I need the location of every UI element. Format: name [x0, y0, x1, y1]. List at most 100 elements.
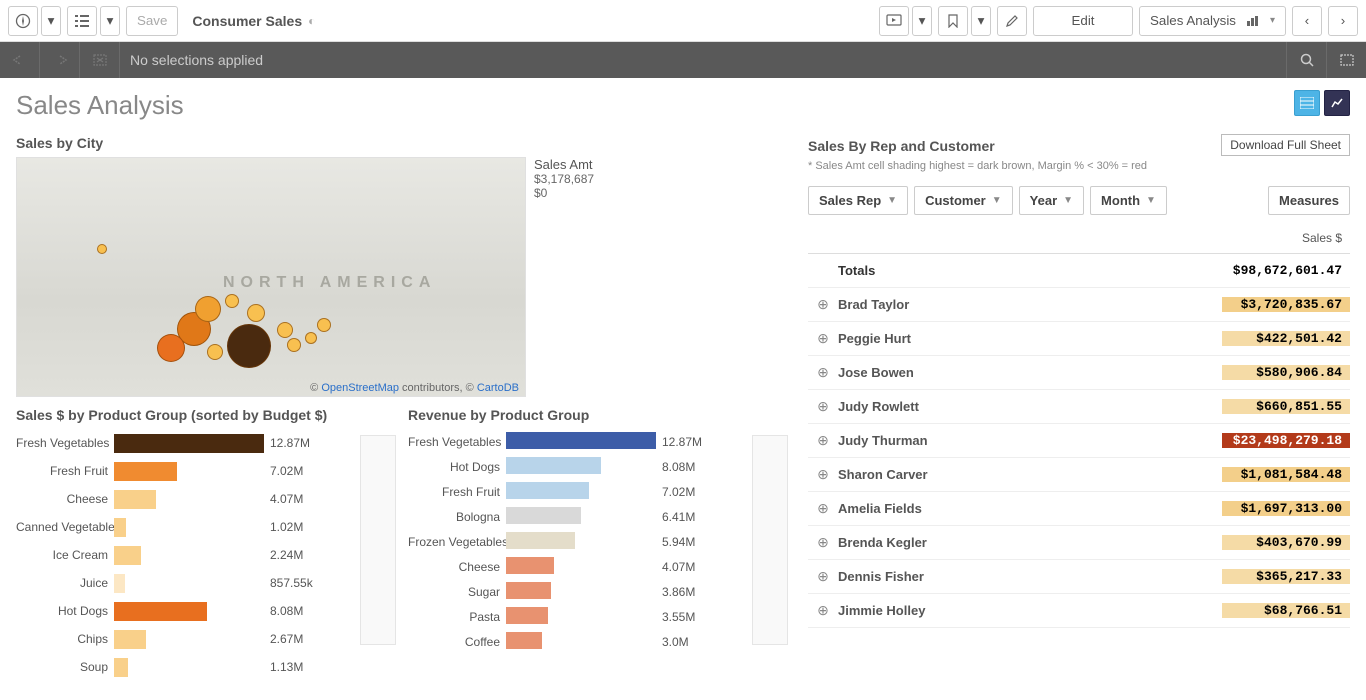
bookmark-icon[interactable]	[938, 6, 968, 36]
step-forward-icon[interactable]	[40, 42, 80, 78]
pivot-row[interactable]: ⊕Jimmie Holley$68,766.51	[808, 594, 1350, 628]
bar-label: Fresh Fruit	[16, 464, 114, 478]
compass-dropdown[interactable]: ▾	[41, 6, 61, 36]
bar-value: 2.67M	[264, 632, 303, 646]
bar-row[interactable]: Soup1.13M	[16, 653, 396, 681]
content-area: Sales Analysis Sales by City NORTH AMERI…	[0, 78, 1366, 700]
expand-icon[interactable]: ⊕	[808, 602, 838, 619]
carto-link[interactable]: CartoDB	[477, 382, 519, 394]
bar-row[interactable]: Juice857.55k	[16, 569, 396, 597]
bar-row[interactable]: Cheese4.07M	[408, 554, 788, 579]
pivot-totals-row: Totals $98,672,601.47	[808, 254, 1350, 288]
revenue-by-product-chart[interactable]: Revenue by Product Group Fresh Vegetable…	[408, 407, 788, 681]
bar-label: Fresh Vegetables	[408, 435, 506, 449]
osm-link[interactable]: OpenStreetMap	[321, 382, 399, 394]
filter-year[interactable]: Year ▼	[1019, 186, 1084, 215]
clear-selections-icon[interactable]	[80, 42, 120, 78]
chart-b-title: Revenue by Product Group	[408, 407, 788, 423]
step-back-icon[interactable]	[0, 42, 40, 78]
expand-icon[interactable]: ⊕	[808, 568, 838, 585]
chart-view-button[interactable]	[1324, 90, 1350, 116]
bar-row[interactable]: Fresh Vegetables12.87M	[16, 429, 396, 457]
bar-label: Chips	[16, 632, 114, 646]
sales-by-product-chart[interactable]: Sales $ by Product Group (sorted by Budg…	[16, 407, 396, 681]
bar-row[interactable]: Coffee3.0M	[408, 629, 788, 654]
bookmark-dropdown[interactable]: ▾	[971, 6, 991, 36]
compass-icon[interactable]	[8, 6, 38, 36]
pivot-row[interactable]: ⊕Dennis Fisher$365,217.33	[808, 560, 1350, 594]
prev-sheet-button[interactable]: ‹	[1292, 6, 1322, 36]
expand-icon[interactable]: ⊕	[808, 534, 838, 551]
bar-row[interactable]: Canned Vegetables1.02M	[16, 513, 396, 541]
bar-row[interactable]: Hot Dogs8.08M	[16, 597, 396, 625]
bar-label: Sugar	[408, 585, 506, 599]
play-icon[interactable]	[879, 6, 909, 36]
pivot-row[interactable]: ⊕Jose Bowen$580,906.84	[808, 356, 1350, 390]
bar-value: 5.94M	[656, 535, 695, 549]
list-dropdown[interactable]: ▾	[100, 6, 120, 36]
bar	[114, 434, 264, 453]
map-title: Sales by City	[16, 135, 792, 151]
download-full-sheet-button[interactable]: Download Full Sheet	[1221, 134, 1350, 156]
map-row: NORTH AMERICA © OpenStreetMap c	[16, 157, 792, 397]
chart-a-minimap[interactable]	[360, 435, 396, 645]
bar-row[interactable]: Hot Dogs8.08M	[408, 454, 788, 479]
expand-icon[interactable]: ⊕	[808, 500, 838, 517]
expand-icon[interactable]: ⊕	[808, 330, 838, 347]
expand-icon[interactable]: ⊕	[808, 364, 838, 381]
expand-icon[interactable]: ⊕	[808, 398, 838, 415]
legend-min: $0	[534, 186, 594, 200]
next-sheet-button[interactable]: ›	[1328, 6, 1358, 36]
pivot-rows: Totals $98,672,601.47 ⊕Brad Taylor$3,720…	[808, 253, 1350, 628]
selections-text: No selections applied	[120, 52, 1286, 68]
pivot-row[interactable]: ⊕Peggie Hurt$422,501.42	[808, 322, 1350, 356]
bar	[506, 557, 554, 574]
pivot-row[interactable]: ⊕Brad Taylor$3,720,835.67	[808, 288, 1350, 322]
bar-value: 12.87M	[264, 436, 310, 450]
sheet-selector[interactable]: Sales Analysis ▾	[1139, 6, 1286, 36]
bar-value: 4.07M	[264, 492, 303, 506]
pivot-row[interactable]: ⊕Brenda Kegler$403,670.99	[808, 526, 1350, 560]
bar-label: Hot Dogs	[16, 604, 114, 618]
filter-month[interactable]: Month ▼	[1090, 186, 1167, 215]
bar-label: Fresh Fruit	[408, 485, 506, 499]
search-icon[interactable]	[1286, 42, 1326, 78]
barchart-icon	[1246, 15, 1260, 27]
filter-customer[interactable]: Customer ▼	[914, 186, 1013, 215]
bar-row[interactable]: Pasta3.55M	[408, 604, 788, 629]
chart-b-minimap[interactable]	[752, 435, 788, 645]
expand-icon[interactable]: ⊕	[808, 432, 838, 449]
rep-name: Amelia Fields	[838, 501, 1222, 516]
top-toolbar: ▾ ▾ Save Consumer Sales ◐ ▾ ▾ Edit Sales…	[0, 0, 1366, 42]
bar-row[interactable]: Chips 2.67M	[16, 625, 396, 653]
filter-sales-rep[interactable]: Sales Rep ▼	[808, 186, 908, 215]
map-chart[interactable]: NORTH AMERICA © OpenStreetMap c	[16, 157, 526, 397]
pivot-row[interactable]: ⊕Amelia Fields$1,697,313.00	[808, 492, 1350, 526]
pivot-row[interactable]: ⊕Judy Thurman$23,498,279.18	[808, 424, 1350, 458]
bar-value: 6.41M	[656, 510, 695, 524]
measures-button[interactable]: Measures	[1268, 186, 1350, 215]
selections-tool-icon[interactable]	[1326, 42, 1366, 78]
pencil-icon[interactable]	[997, 6, 1027, 36]
table-view-button[interactable]	[1294, 90, 1320, 116]
bar-row[interactable]: Sugar3.86M	[408, 579, 788, 604]
bar-row[interactable]: Fresh Vegetables12.87M	[408, 429, 788, 454]
save-button[interactable]: Save	[126, 6, 178, 36]
pivot-note: * Sales Amt cell shading highest = dark …	[808, 160, 1350, 172]
rep-amount: $1,697,313.00	[1222, 501, 1350, 516]
edit-button[interactable]: Edit	[1033, 6, 1133, 36]
rep-amount: $660,851.55	[1222, 399, 1350, 414]
bar-row[interactable]: Fresh Fruit7.02M	[408, 479, 788, 504]
play-dropdown[interactable]: ▾	[912, 6, 932, 36]
expand-icon[interactable]: ⊕	[808, 466, 838, 483]
bar-row[interactable]: Ice Cream2.24M	[16, 541, 396, 569]
pivot-row[interactable]: ⊕Sharon Carver$1,081,584.48	[808, 458, 1350, 492]
bar-row[interactable]: Bologna 6.41M	[408, 504, 788, 529]
list-icon[interactable]	[67, 6, 97, 36]
bar-row[interactable]: Fresh Fruit7.02M	[16, 457, 396, 485]
bar-row[interactable]: Cheese4.07M	[16, 485, 396, 513]
pivot-row[interactable]: ⊕Judy Rowlett$660,851.55	[808, 390, 1350, 424]
bar-label: Bologna	[408, 510, 506, 524]
expand-icon[interactable]: ⊕	[808, 296, 838, 313]
bar-row[interactable]: Frozen Vegetables5.94M	[408, 529, 788, 554]
